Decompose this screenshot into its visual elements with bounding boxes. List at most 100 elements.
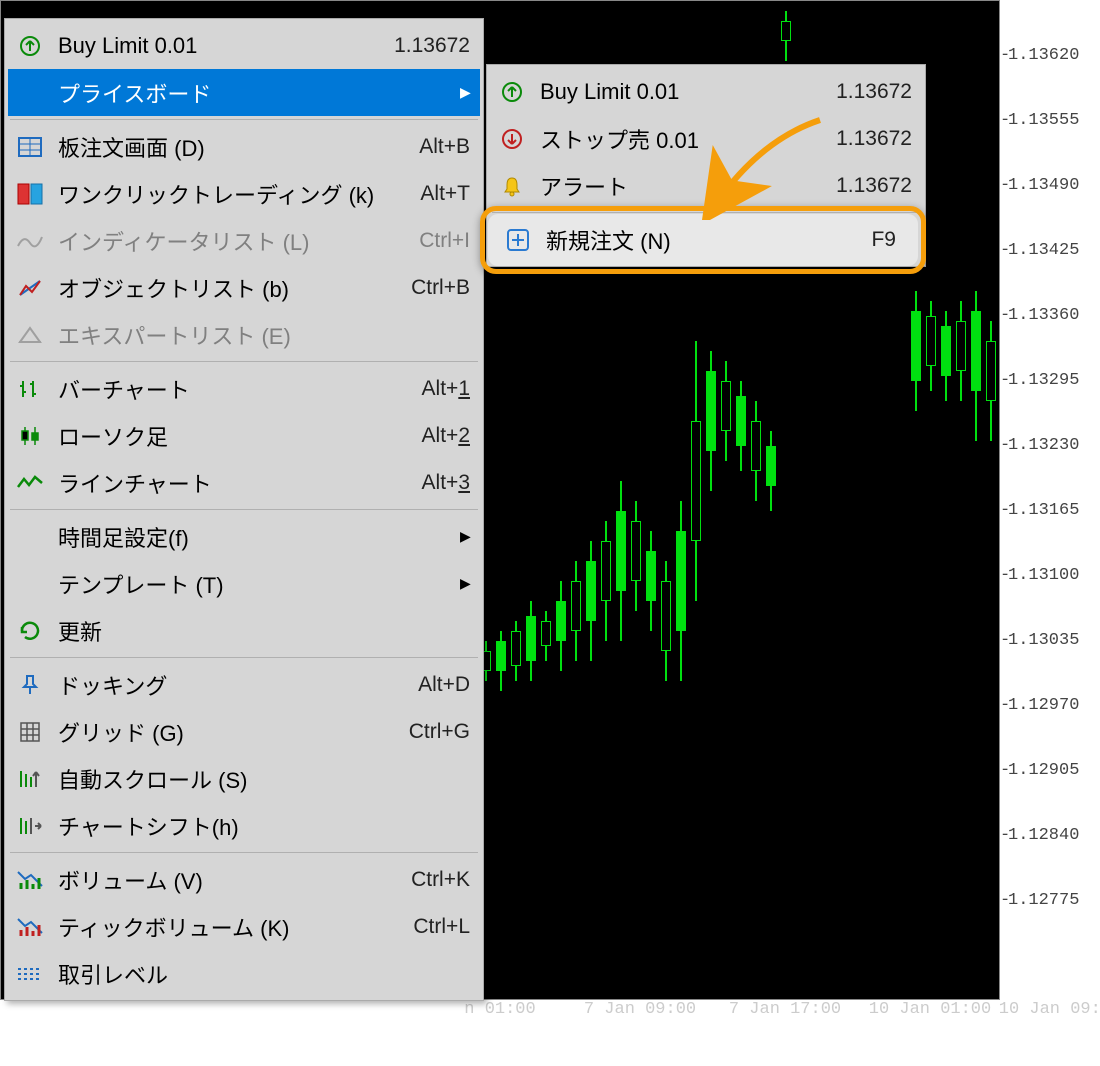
- volume-icon: [14, 864, 46, 896]
- menu-item[interactable]: 時間足設定(f)▶: [8, 513, 480, 560]
- up-arrow-icon: [14, 30, 46, 62]
- menu-item-label: 時間足設定(f): [58, 521, 460, 553]
- price-tick: 1.12775: [1008, 891, 1079, 910]
- candle-icon: [14, 420, 46, 452]
- context-menu: Buy Limit 0.011.13672プライスボード▶板注文画面 (D)Al…: [4, 18, 484, 1001]
- menu-item[interactable]: グリッド (G)Ctrl+G: [8, 708, 480, 755]
- menu-item[interactable]: ワンクリックトレーディング (k)Alt+T: [8, 170, 480, 217]
- grid-icon: [14, 716, 46, 748]
- autoscroll-icon: [14, 763, 46, 795]
- menu-separator: [10, 361, 478, 362]
- price-tick: 1.13295: [1008, 371, 1079, 390]
- submenu-arrow-icon: ▶: [460, 84, 470, 101]
- menu-item[interactable]: ドッキングAlt+D: [8, 661, 480, 708]
- time-axis: n 01:00 7 Jan 09:00 7 Jan 17:00 10 Jan 0…: [470, 1000, 1100, 1030]
- menu-item[interactable]: 新規注文 (N)F9: [490, 216, 922, 263]
- time-tick: n 01:00: [464, 1000, 535, 1019]
- menu-item-shortcut: Alt+D: [418, 673, 470, 697]
- menu-item-label: 自動スクロール (S): [58, 763, 470, 795]
- menu-item[interactable]: ボリューム (V)Ctrl+K: [8, 856, 480, 903]
- down-arrow-icon: [496, 123, 528, 155]
- refresh-icon: [14, 615, 46, 647]
- menu-item[interactable]: バーチャートAlt+1: [8, 365, 480, 412]
- submenu-arrow-icon: ▶: [460, 575, 470, 592]
- menu-item-label: 取引レベル: [58, 958, 470, 990]
- menu-item[interactable]: 自動スクロール (S): [8, 755, 480, 802]
- price-tick: 1.13165: [1008, 501, 1079, 520]
- shift-icon: [14, 810, 46, 842]
- price-tick: 1.13360: [1008, 306, 1079, 325]
- menu-item[interactable]: 更新: [8, 607, 480, 654]
- menu-separator: [10, 509, 478, 510]
- price-tick: 1.12840: [1008, 826, 1079, 845]
- bar-icon: [14, 373, 46, 405]
- tickvol-icon: [14, 911, 46, 943]
- menu-separator: [492, 212, 920, 213]
- menu-item-shortcut: Alt+T: [420, 182, 470, 206]
- menu-item-shortcut: 1.13672: [836, 80, 912, 104]
- menu-item-shortcut: Ctrl+K: [411, 868, 470, 892]
- menu-item-label: チャートシフト(h): [58, 810, 470, 842]
- menu-item-label: オブジェクトリスト (b): [58, 272, 411, 304]
- expert-icon: [14, 319, 46, 351]
- indicator-icon: [14, 225, 46, 257]
- oneclick-icon: [14, 178, 46, 210]
- menu-item[interactable]: アラート1.13672: [490, 162, 922, 209]
- menu-item-shortcut: 1.13672: [394, 34, 470, 58]
- up-arrow-icon: [496, 76, 528, 108]
- menu-item[interactable]: チャートシフト(h): [8, 802, 480, 849]
- price-tick: 1.13620: [1008, 46, 1079, 65]
- menu-item-label: 新規注文 (N): [540, 224, 887, 256]
- object-icon: [14, 272, 46, 304]
- menu-item: インディケータリスト (L)Ctrl+I: [8, 217, 480, 264]
- depth-icon: [14, 131, 46, 163]
- menu-item[interactable]: テンプレート (T)▶: [8, 560, 480, 607]
- menu-item[interactable]: ラインチャートAlt+3: [8, 459, 480, 506]
- menu-item-shortcut: Alt+3: [422, 471, 470, 495]
- plus-icon: [496, 224, 528, 256]
- price-tick: 1.13425: [1008, 241, 1079, 260]
- blank-icon: [14, 77, 46, 109]
- menu-item[interactable]: 板注文画面 (D)Alt+B: [8, 123, 480, 170]
- menu-item-label: Buy Limit 0.01: [58, 33, 394, 59]
- menu-item[interactable]: ローソク足Alt+2: [8, 412, 480, 459]
- price-tick: 1.12970: [1008, 696, 1079, 715]
- menu-item-label: ティックボリューム (K): [58, 911, 413, 943]
- menu-item-label: プライスボード: [58, 77, 460, 109]
- menu-item-label: 板注文画面 (D): [58, 131, 419, 163]
- blank-icon: [14, 521, 46, 553]
- submenu-arrow-icon: ▶: [460, 528, 470, 545]
- menu-item[interactable]: Buy Limit 0.011.13672: [8, 22, 480, 69]
- menu-item[interactable]: オブジェクトリスト (b)Ctrl+B: [8, 264, 480, 311]
- menu-item-label: バーチャート: [58, 373, 422, 405]
- time-tick: 7 Jan 09:00: [584, 1000, 696, 1019]
- menu-separator: [10, 119, 478, 120]
- menu-item-shortcut: F9: [887, 228, 912, 252]
- price-axis: 1.13620 1.13555 1.13490 1.13425 1.13360 …: [1002, 0, 1100, 1000]
- menu-item-shortcut: 1.13672: [836, 127, 912, 151]
- menu-item-label: グリッド (G): [58, 716, 409, 748]
- menu-item-shortcut: 1.13672: [836, 174, 912, 198]
- menu-item-label: ワンクリックトレーディング (k): [58, 178, 420, 210]
- menu-item[interactable]: ティックボリューム (K)Ctrl+L: [8, 903, 480, 950]
- priceboard-submenu: Buy Limit 0.011.13672ストップ売 0.011.13672アラ…: [486, 64, 926, 267]
- menu-item-label: ラインチャート: [58, 467, 422, 499]
- menu-item-label: ボリューム (V): [58, 864, 411, 896]
- time-tick: 10 Jan 01:00: [869, 1000, 991, 1019]
- menu-item-label: Buy Limit 0.01: [540, 79, 836, 105]
- menu-item-label: ドッキング: [58, 669, 418, 701]
- menu-item[interactable]: Buy Limit 0.011.13672: [490, 68, 922, 115]
- menu-item-shortcut: Alt+2: [422, 424, 470, 448]
- menu-separator: [10, 852, 478, 853]
- menu-item-label: ローソク足: [58, 420, 422, 452]
- menu-item[interactable]: 取引レベル: [8, 950, 480, 997]
- time-tick: 10 Jan 09:00: [999, 1000, 1100, 1019]
- price-tick: 1.13555: [1008, 111, 1079, 130]
- menu-item[interactable]: ストップ売 0.011.13672: [490, 115, 922, 162]
- menu-item-shortcut: Ctrl+L: [413, 915, 470, 939]
- menu-item: エキスパートリスト (E): [8, 311, 480, 358]
- menu-item-label: アラート: [540, 170, 836, 202]
- menu-item[interactable]: プライスボード▶: [8, 69, 480, 116]
- menu-item-label: エキスパートリスト (E): [58, 319, 470, 351]
- menu-item-label: ストップ売 0.01: [540, 123, 836, 155]
